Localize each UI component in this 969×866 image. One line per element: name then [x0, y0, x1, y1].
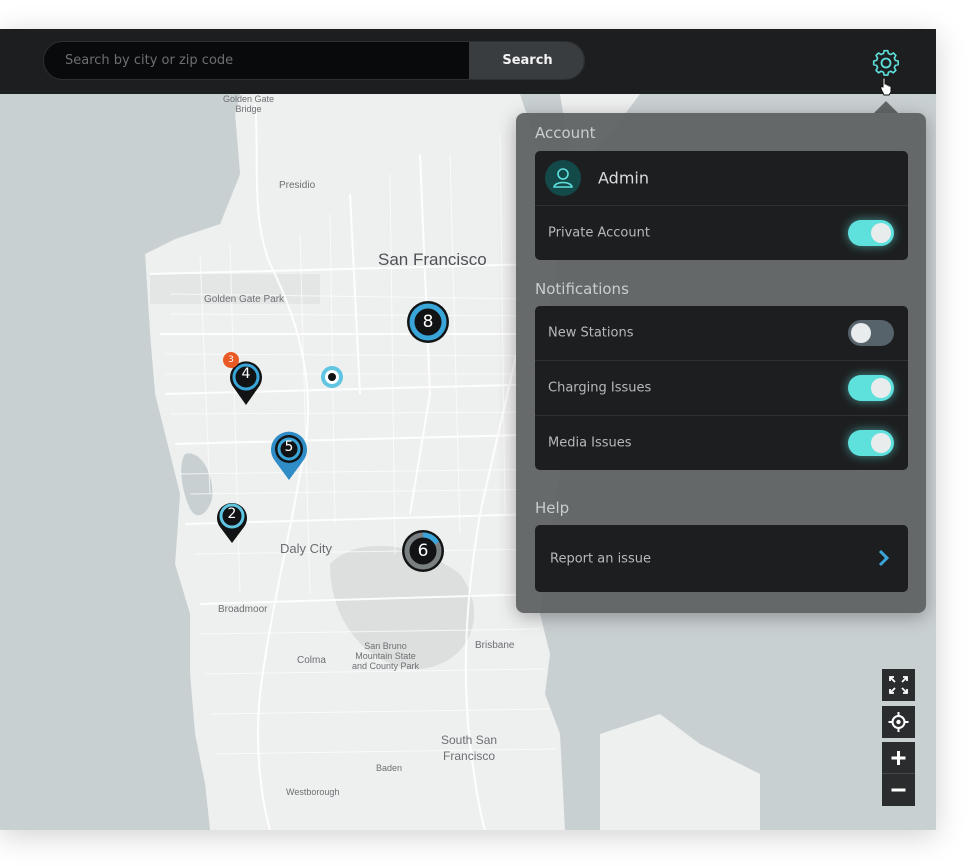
station-pin-marker[interactable]: 4 3 [223, 352, 264, 406]
label-south-san-francisco: South San Francisco [441, 733, 498, 763]
crosshair-icon [888, 712, 909, 732]
label-san-francisco: San Francisco [378, 250, 487, 269]
marker-count: 4 [241, 366, 251, 382]
toggle-knob [871, 223, 891, 243]
marker-count: 6 [417, 541, 429, 561]
expand-icon [889, 676, 908, 694]
marker-count: 2 [227, 506, 237, 522]
account-user-row[interactable]: Admin [535, 151, 908, 206]
account-section-title: Account [535, 124, 596, 142]
toggle-knob [871, 433, 891, 453]
report-issue-row[interactable]: Report an issue [535, 525, 908, 592]
zoom-in-button[interactable] [882, 742, 915, 774]
avatar [545, 160, 581, 196]
label-golden-gate-park: Golden Gate Park [204, 294, 285, 305]
minus-icon [891, 788, 906, 792]
report-issue-label: Report an issue [550, 551, 651, 566]
search-bar: Search [43, 41, 585, 80]
current-location-dot [321, 366, 343, 388]
notification-row-media-issues: Media Issues [535, 416, 908, 470]
label-golden-gate-bridge: Golden Gate Bridge [223, 94, 275, 114]
toggle-knob [851, 323, 871, 343]
private-account-label: Private Account [548, 225, 650, 241]
marker-count: 8 [422, 312, 434, 332]
account-card: Admin Private Account [535, 151, 908, 260]
gear-icon[interactable] [872, 49, 900, 77]
marker-count: 5 [284, 439, 294, 455]
plus-icon [891, 751, 906, 765]
chevron-right-icon [878, 549, 890, 571]
pointer-cursor-icon [878, 76, 894, 96]
zoom-out-button[interactable] [882, 774, 915, 806]
label-brisbane: Brisbane [475, 640, 515, 651]
private-account-toggle[interactable] [848, 220, 894, 246]
notifications-card: New Stations Charging Issues Media Issue… [535, 306, 908, 470]
notifications-section-title: Notifications [535, 280, 629, 298]
label-broadmoor: Broadmoor [218, 604, 268, 615]
search-input[interactable] [44, 42, 469, 79]
label-baden: Baden [376, 763, 403, 773]
notification-row-charging-issues: Charging Issues [535, 361, 908, 416]
label-san-bruno: San Bruno Mountain State and County Park [352, 641, 420, 671]
new-stations-toggle[interactable] [848, 320, 894, 346]
top-bar: Search [0, 29, 936, 94]
help-card: Report an issue [535, 525, 908, 592]
account-user-name: Admin [598, 168, 649, 188]
help-section-title: Help [535, 499, 570, 517]
app-window: Golden Gate Bridge Presidio San Francisc… [0, 29, 936, 830]
search-button[interactable]: Search [469, 42, 584, 79]
locate-me-button[interactable] [882, 706, 915, 738]
label-presidio: Presidio [279, 180, 316, 191]
notification-label: New Stations [548, 325, 634, 341]
notification-label: Media Issues [548, 435, 632, 451]
label-colma: Colma [297, 655, 326, 666]
zoom-controls [882, 742, 915, 806]
settings-panel: Account Admin Private Account Notificati… [516, 113, 926, 613]
toggle-knob [871, 378, 891, 398]
station-pin-marker[interactable]: 5 [269, 430, 309, 482]
station-cluster-marker[interactable]: 8 [406, 300, 450, 344]
station-cluster-marker[interactable]: 6 [401, 529, 445, 573]
user-icon [553, 168, 573, 188]
notification-label: Charging Issues [548, 380, 652, 396]
label-westborough: Westborough [286, 787, 340, 797]
private-account-row: Private Account [535, 206, 908, 260]
station-pin-marker[interactable]: 2 [215, 500, 249, 544]
panel-caret [874, 101, 898, 113]
charging-issues-toggle[interactable] [848, 375, 894, 401]
fullscreen-button[interactable] [882, 669, 915, 701]
notification-row-new-stations: New Stations [535, 306, 908, 361]
label-daly-city: Daly City [280, 541, 333, 556]
media-issues-toggle[interactable] [848, 430, 894, 456]
marker-alert-badge: 3 [223, 352, 239, 368]
